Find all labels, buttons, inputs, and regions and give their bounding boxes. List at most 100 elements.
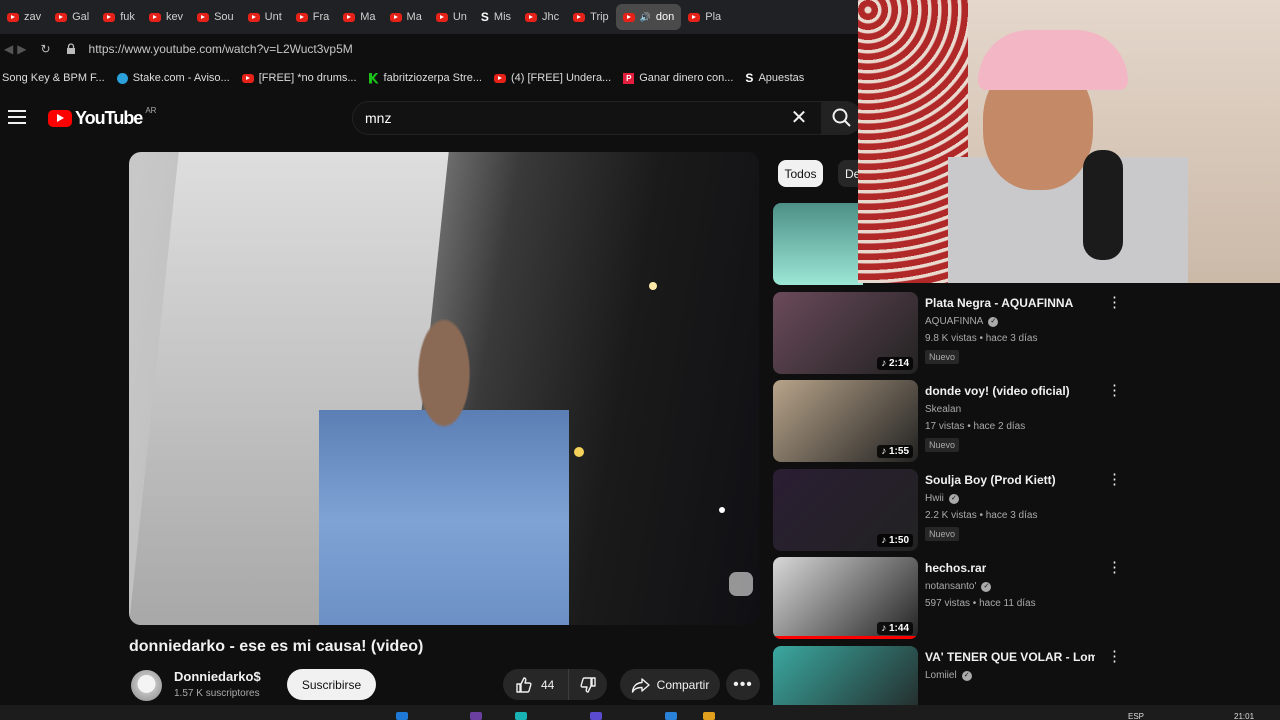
reload-icon[interactable]: ↻ <box>40 42 50 56</box>
taskbar-app-icon[interactable] <box>665 712 677 720</box>
bookmark-item[interactable]: P Ganar dinero con... <box>623 72 733 84</box>
back-icon[interactable]: ◀ <box>4 42 13 56</box>
bookmark-item[interactable]: (4) [FREE] Undera... <box>493 72 611 84</box>
partial-thumbnail[interactable] <box>773 203 863 285</box>
youtube-icon <box>103 12 116 22</box>
related-video-title[interactable]: Soulja Boy (Prod Kiett) <box>925 473 1056 487</box>
bookmark-item[interactable]: S Apuestas <box>745 71 804 85</box>
share-button[interactable]: Compartir <box>620 669 720 700</box>
browser-tab-label: fuk <box>120 11 135 23</box>
browser-tab[interactable]: S Mis <box>474 4 518 30</box>
video-thumbnail[interactable]: ♪ 1:44 <box>773 557 918 639</box>
more-actions-button[interactable]: ••• <box>726 669 760 700</box>
clear-search-icon[interactable]: ✕ <box>788 107 810 129</box>
dislike-button[interactable] <box>569 669 607 700</box>
related-video-item[interactable]: ♪ 2:14 Plata Negra - AQUAFINNA AQUAFINNA ✓ 9… <box>773 292 1273 374</box>
browser-tab-label: Ma <box>406 11 422 23</box>
more-vert-icon[interactable]: ⋮ <box>1107 559 1122 577</box>
related-video-meta: 9.8 K vistas • hace 3 días <box>925 333 1038 344</box>
bookmark-item[interactable]: fabritziozerpa Stre... <box>368 72 482 84</box>
browser-tab-label: Fra <box>312 11 330 23</box>
more-vert-icon[interactable]: ⋮ <box>1107 648 1122 666</box>
menu-icon[interactable] <box>8 110 26 126</box>
related-video-meta: 2.2 K vistas • hace 3 días <box>925 510 1038 521</box>
stake-icon: S <box>745 71 754 85</box>
browser-tab[interactable]: Pla <box>681 4 728 30</box>
bookmark-item[interactable]: Song Key & BPM F... <box>2 72 105 84</box>
chip-todos[interactable]: Todos <box>778 160 823 187</box>
verified-check-icon: ✓ <box>988 316 999 327</box>
related-video-item[interactable]: ♪ 1:50 Soulja Boy (Prod Kiett) Hwii ✓ 2.2 K … <box>773 469 1273 551</box>
telegram-icon <box>116 72 128 84</box>
taskbar-app-icon[interactable] <box>515 712 527 720</box>
related-video-title[interactable]: donde voy! (video oficial) <box>925 384 1070 398</box>
bookmark-item[interactable]: Stake.com - Aviso... <box>116 72 230 84</box>
browser-tab[interactable]: 🔊 don <box>615 4 682 30</box>
related-video-channel[interactable]: notansanto' ✓ <box>925 581 992 592</box>
related-video-channel[interactable]: AQUAFINNA ✓ <box>925 316 999 327</box>
related-video-title[interactable]: hechos.rar <box>925 561 986 575</box>
subscribe-button[interactable]: Suscribirse <box>287 669 376 700</box>
related-video-title[interactable]: VA' TENER QUE VOLAR - Lomiiel, Beear Mus… <box>925 650 1095 664</box>
forward-icon[interactable]: ▶ <box>17 42 26 56</box>
browser-tab[interactable]: Unt <box>241 4 289 30</box>
more-vert-icon[interactable]: ⋮ <box>1107 382 1122 400</box>
audio-playing-icon[interactable]: 🔊 <box>640 12 651 23</box>
bookmark-label: Stake.com - Aviso... <box>132 72 230 84</box>
folder-icon[interactable] <box>703 712 715 720</box>
browser-tab-label: Sou <box>214 11 234 23</box>
browser-tab[interactable]: Un <box>429 4 474 30</box>
youtube-icon <box>343 12 356 22</box>
youtube-logo[interactable]: YouTube AR <box>48 106 156 129</box>
video-player[interactable] <box>129 152 759 625</box>
browser-tab[interactable]: Sou <box>190 4 241 30</box>
video-duration: ♪ 2:14 <box>877 357 913 370</box>
youtube-icon <box>493 73 506 83</box>
video-thumbnail[interactable]: ♪ 1:55 <box>773 380 918 462</box>
related-video-title[interactable]: Plata Negra - AQUAFINNA <box>925 296 1073 310</box>
search-input[interactable]: mnz <box>352 101 822 135</box>
url-text[interactable]: https://www.youtube.com/watch?v=L2Wuct3v… <box>89 42 353 56</box>
taskbar-app-icon[interactable] <box>470 712 482 720</box>
taskbar-app-icon[interactable] <box>590 712 602 720</box>
screen: zav Gal fuk kev Sou Unt Fra Ma Ma Un S Mis Jhc Trip 🔊 d… <box>0 0 1280 720</box>
bookmark-label: Song Key & BPM F... <box>2 72 105 84</box>
youtube-icon <box>688 12 701 22</box>
bookmark-item[interactable]: [FREE] *no drums... <box>241 72 357 84</box>
browser-tab[interactable]: fuk <box>96 4 142 30</box>
channel-name[interactable]: Donniedarko$ <box>174 669 261 684</box>
browser-tab-label: don <box>655 11 675 23</box>
browser-tab[interactable]: Ma <box>336 4 382 30</box>
browser-tab[interactable]: Ma <box>383 4 429 30</box>
browser-tab-label: Jhc <box>542 11 560 23</box>
browser-tab-label: kev <box>165 11 184 23</box>
browser-tab-label: Pla <box>705 11 722 23</box>
channel-avatar[interactable] <box>131 670 162 701</box>
stake-icon: S <box>480 10 489 24</box>
address-bar[interactable]: ◀ ▶ ↻ https://www.youtube.com/watch?v=L2… <box>0 34 860 64</box>
more-vert-icon[interactable]: ⋮ <box>1107 294 1122 312</box>
like-dislike-group: 44 <box>503 669 607 700</box>
system-clock: 21:01 <box>1234 712 1255 720</box>
windows-start-icon[interactable] <box>396 712 408 720</box>
browser-tab[interactable]: zav <box>0 4 48 30</box>
browser-tab[interactable]: Trip <box>566 4 616 30</box>
related-video-channel[interactable]: Skealan <box>925 404 961 415</box>
related-video-item[interactable]: ♪ 1:55 donde voy! (video oficial) Skealan 1… <box>773 380 1273 462</box>
like-button[interactable]: 44 <box>503 669 569 700</box>
related-video-channel[interactable]: Hwii ✓ <box>925 493 959 504</box>
browser-tab[interactable]: kev <box>142 4 190 30</box>
browser-tab[interactable]: Gal <box>48 4 96 30</box>
watch-progress-bar <box>773 636 918 639</box>
video-thumbnail[interactable]: ♪ 2:14 <box>773 292 918 374</box>
related-video-channel[interactable]: Lomiiel ✓ <box>925 670 972 681</box>
video-duration: ♪ 1:55 <box>877 445 913 458</box>
logo-text: YouTube <box>75 108 143 128</box>
browser-tab[interactable]: Jhc <box>518 4 566 30</box>
video-thumbnail[interactable]: ♪ 1:50 <box>773 469 918 551</box>
more-vert-icon[interactable]: ⋮ <box>1107 471 1122 489</box>
language-indicator[interactable]: ESP <box>1128 712 1144 720</box>
browser-tab[interactable]: Fra <box>289 4 337 30</box>
related-video-item[interactable]: ♪ 1:44 hechos.rar notansanto' ✓ 597 vistas •… <box>773 557 1273 639</box>
search-button[interactable] <box>822 101 862 135</box>
